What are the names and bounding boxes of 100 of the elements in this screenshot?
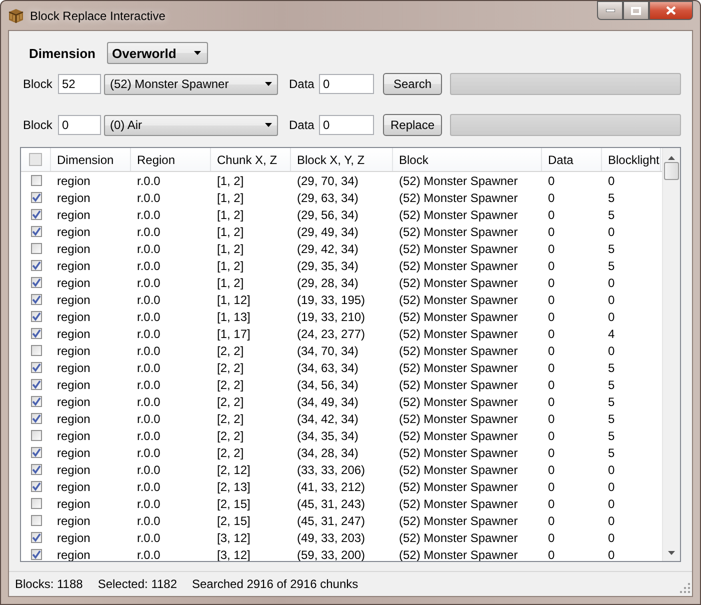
table-cell-text: [2, 2] — [216, 394, 245, 408]
replace-button[interactable]: Replace — [383, 114, 442, 136]
table-cell-text: 0 — [607, 480, 616, 494]
table-cell-text: (34, 28, 34) — [296, 446, 360, 460]
table-cell-text: (52) Monster Spawner — [398, 378, 519, 392]
table-cell-text: 0 — [547, 208, 556, 222]
dimension-label: Dimension — [29, 46, 96, 60]
table-cell-text: (52) Monster Spawner — [398, 428, 519, 442]
table-cell-text: [2, 2] — [216, 360, 245, 374]
checkbox[interactable] — [30, 549, 42, 560]
table-cell-text: 0 — [607, 462, 616, 476]
block-dropdown[interactable]: (52) Monster Spawner — [104, 74, 278, 94]
checkbox[interactable] — [30, 277, 42, 288]
table-cell-text: (34, 70, 34) — [296, 344, 360, 358]
checkbox[interactable] — [30, 362, 42, 373]
table-cell-text: r.0.0 — [136, 412, 162, 426]
scroll-down-icon[interactable] — [668, 551, 675, 555]
dropdown-arrow-icon — [265, 123, 272, 127]
search-button[interactable]: Search — [383, 73, 442, 95]
table-cell-text: 0 — [607, 292, 616, 306]
table-cell-text: 5 — [607, 360, 616, 374]
data-field[interactable]: 0 — [319, 115, 374, 135]
table-cell-text: (52) Monster Spawner — [398, 208, 519, 222]
checkbox[interactable] — [30, 311, 42, 322]
column-header[interactable]: Blocklight — [602, 148, 661, 171]
checkbox[interactable] — [30, 243, 42, 254]
minimize-button[interactable] — [597, 1, 623, 20]
checkbox[interactable] — [30, 192, 42, 203]
checkbox[interactable] — [30, 345, 42, 356]
data-label: Data — [289, 77, 316, 91]
checkbox[interactable] — [30, 413, 42, 424]
table-cell-text: region — [56, 496, 92, 510]
checkbox[interactable] — [30, 294, 42, 305]
checkbox[interactable] — [30, 481, 42, 492]
data-field[interactable]: 0 — [319, 74, 374, 94]
table-cell-text: [1, 2] — [216, 242, 245, 256]
checkbox[interactable] — [30, 430, 42, 441]
checkbox[interactable] — [30, 498, 42, 509]
checkbox[interactable] — [30, 226, 42, 237]
table-cell-text: (52) Monster Spawner — [398, 480, 519, 494]
checkbox[interactable] — [30, 209, 42, 220]
checkbox[interactable] — [30, 175, 42, 186]
checkbox[interactable] — [30, 464, 42, 475]
column-header[interactable]: Block — [393, 148, 542, 171]
checkbox[interactable] — [29, 153, 42, 166]
table-cell-text: (45, 31, 243) — [296, 496, 366, 510]
table-cell-text: (52) Monster Spawner — [398, 174, 519, 188]
table-cell-text: r.0.0 — [136, 496, 162, 510]
table-cell-text: [2, 15] — [216, 514, 252, 528]
column-header[interactable]: Region — [131, 148, 211, 171]
maximize-button[interactable] — [623, 1, 649, 20]
table-cell-text: 0 — [607, 310, 616, 324]
table-cell-text: region — [56, 276, 92, 290]
column-header[interactable]: Chunk X, Z — [211, 148, 291, 171]
dimension-dropdown[interactable]: Overworld — [107, 42, 208, 64]
table-cell-text: [2, 15] — [216, 496, 252, 510]
table-cell-text: r.0.0 — [136, 394, 162, 408]
block-id-field[interactable]: 0 — [58, 115, 101, 135]
table-cell-text: region — [56, 462, 92, 476]
column-header[interactable]: Data — [542, 148, 602, 171]
table-cell-text: 5 — [607, 378, 616, 392]
block-dropdown[interactable]: (0) Air — [104, 114, 278, 136]
close-button[interactable] — [649, 1, 693, 20]
status-text: Blocks: 1188 — [15, 577, 83, 591]
scroll-up-icon[interactable] — [668, 156, 675, 160]
table-cell-text: (29, 70, 34) — [296, 174, 360, 188]
table-cell-text: 0 — [547, 174, 556, 188]
checkbox[interactable] — [30, 515, 42, 526]
scroll-thumb[interactable] — [664, 162, 679, 180]
table-cell-text: 0 — [547, 394, 556, 408]
table-cell-text: (52) Monster Spawner — [398, 242, 519, 256]
checkbox[interactable] — [30, 260, 42, 271]
table-cell-text: [2, 2] — [216, 428, 245, 442]
table-cell-text: 0 — [607, 514, 616, 528]
table-cell-text: (52) Monster Spawner — [398, 310, 519, 324]
column-header[interactable]: Block X, Y, Z — [291, 148, 393, 171]
table-cell-text: [2, 2] — [216, 446, 245, 460]
table-cell-text: 5 — [607, 242, 616, 256]
table-cell-text: region — [56, 378, 92, 392]
table-cell-text: 0 — [547, 242, 556, 256]
table-cell-text: r.0.0 — [136, 462, 162, 476]
checkbox[interactable] — [30, 396, 42, 407]
table-cell-text: 0 — [547, 514, 556, 528]
block-id-field[interactable]: 52 — [58, 74, 101, 94]
table-cell-text: 0 — [547, 428, 556, 442]
table-cell-text: r.0.0 — [136, 242, 162, 256]
dropdown-arrow-icon — [194, 51, 201, 55]
table-cell-text: (29, 56, 34) — [296, 208, 360, 222]
column-header[interactable]: Dimension — [51, 148, 131, 171]
table-cell-text: 4 — [607, 326, 616, 340]
scrollbar[interactable] — [662, 148, 680, 561]
checkbox[interactable] — [30, 379, 42, 390]
checkbox[interactable] — [30, 328, 42, 339]
resize-grip-icon[interactable] — [680, 583, 690, 593]
table-cell-text: region — [56, 326, 92, 340]
table-cell-text: (52) Monster Spawner — [398, 224, 519, 238]
table-cell-text: 0 — [547, 292, 556, 306]
table-cell-text: r.0.0 — [136, 258, 162, 272]
checkbox[interactable] — [30, 447, 42, 458]
checkbox[interactable] — [30, 532, 42, 543]
